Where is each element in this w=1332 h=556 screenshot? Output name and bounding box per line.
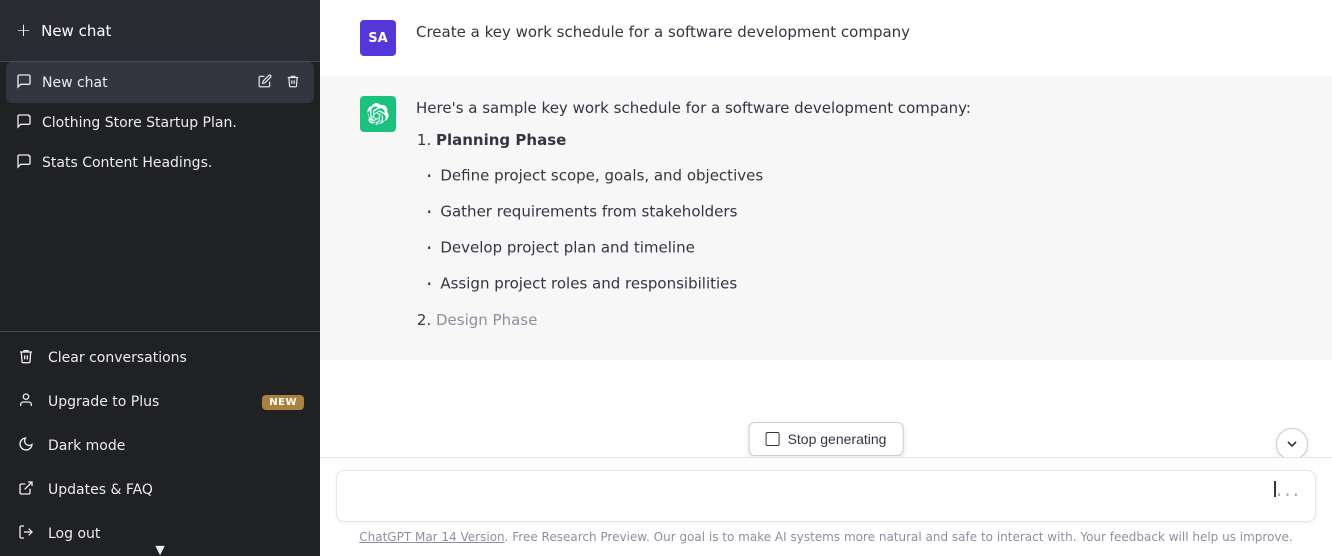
sidebar: + New chat ▲ New chat <box>0 0 320 556</box>
chat-icon-3 <box>16 153 32 173</box>
clear-conversations-button[interactable]: Clear conversations <box>0 336 320 380</box>
edit-chat-button[interactable] <box>254 72 276 93</box>
trash-icon <box>16 348 36 368</box>
footer-text: ChatGPT Mar 14 Version. Free Research Pr… <box>336 522 1316 548</box>
planning-item-4: Assign project roles and responsibilitie… <box>426 268 1292 300</box>
chat-input[interactable] <box>351 481 1274 505</box>
new-chat-top-button[interactable]: + New chat <box>0 0 320 62</box>
external-link-icon <box>16 480 36 500</box>
new-chat-top-label: New chat <box>41 22 111 40</box>
user-message-text: Create a key work schedule for a softwar… <box>416 20 1292 44</box>
stop-generating-button[interactable]: Stop generating <box>749 422 904 456</box>
footer-link[interactable]: ChatGPT Mar 14 Version <box>359 530 504 544</box>
footer-description: . Free Research Preview. Our goal is to … <box>505 530 1293 544</box>
input-area: ··· ChatGPT Mar 14 Version. Free Researc… <box>320 457 1332 556</box>
chat-icon-2 <box>16 113 32 133</box>
planning-items-list: Define project scope, goals, and objecti… <box>416 160 1292 300</box>
chat-item-stats[interactable]: Stats Content Headings. <box>6 143 314 183</box>
chat-item-label-2: Clothing Store Startup Plan. <box>42 115 304 131</box>
stop-generating-label: Stop generating <box>788 431 887 447</box>
logout-label: Log out <box>48 526 100 542</box>
chat-item-label: New chat <box>42 75 244 91</box>
user-avatar: SA <box>360 20 396 56</box>
clear-conversations-label: Clear conversations <box>48 350 187 366</box>
assistant-message-row: Here's a sample key work schedule for a … <box>320 76 1332 360</box>
assistant-avatar <box>360 96 396 132</box>
design-phase-label: Design Phase <box>436 311 537 329</box>
moon-icon <box>16 436 36 456</box>
stop-generating-container: Stop generating <box>749 422 904 456</box>
planning-phase-label: Planning Phase <box>436 131 566 149</box>
user-icon <box>16 392 36 412</box>
chat-item-clothing[interactable]: Clothing Store Startup Plan. <box>6 103 314 143</box>
chat-list: New chat Clothing Store Startup Plan. <box>0 62 320 299</box>
assistant-message-content: Here's a sample key work schedule for a … <box>416 96 1292 340</box>
upgrade-to-plus-button[interactable]: Upgrade to Plus NEW <box>0 380 320 424</box>
updates-faq-button[interactable]: Updates & FAQ <box>0 468 320 512</box>
stop-icon <box>766 432 780 446</box>
planning-item-3: Develop project plan and timeline <box>426 232 1292 264</box>
scroll-to-bottom-button[interactable] <box>1276 428 1308 460</box>
dark-mode-button[interactable]: Dark mode <box>0 424 320 468</box>
chat-item-actions <box>254 72 304 93</box>
upgrade-label: Upgrade to Plus <box>48 394 159 410</box>
chat-item-active[interactable]: New chat <box>6 62 314 103</box>
main-content: SA Create a key work schedule for a soft… <box>320 0 1332 556</box>
planning-item-1: Define project scope, goals, and objecti… <box>426 160 1292 192</box>
plus-icon: + <box>16 20 31 41</box>
chat-input-wrapper: ··· <box>336 470 1316 522</box>
chat-messages: SA Create a key work schedule for a soft… <box>320 0 1332 457</box>
planning-phase-item: Planning Phase <box>436 128 1292 152</box>
assistant-intro: Here's a sample key work schedule for a … <box>416 96 1292 120</box>
updates-faq-label: Updates & FAQ <box>48 482 153 498</box>
delete-chat-button[interactable] <box>282 72 304 93</box>
new-badge: NEW <box>262 395 304 410</box>
planning-item-2: Gather requirements from stakeholders <box>426 196 1292 228</box>
chat-item-label-3: Stats Content Headings. <box>42 155 304 171</box>
user-message-row: SA Create a key work schedule for a soft… <box>320 0 1332 76</box>
scroll-down-button[interactable]: ▼ <box>148 539 172 556</box>
design-phase-item: Design Phase <box>436 308 1292 332</box>
logout-icon <box>16 524 36 544</box>
user-message-content: Create a key work schedule for a softwar… <box>416 20 1292 52</box>
chat-icon <box>16 73 32 93</box>
dark-mode-label: Dark mode <box>48 438 125 454</box>
input-options-button[interactable]: ··· <box>1276 483 1301 507</box>
